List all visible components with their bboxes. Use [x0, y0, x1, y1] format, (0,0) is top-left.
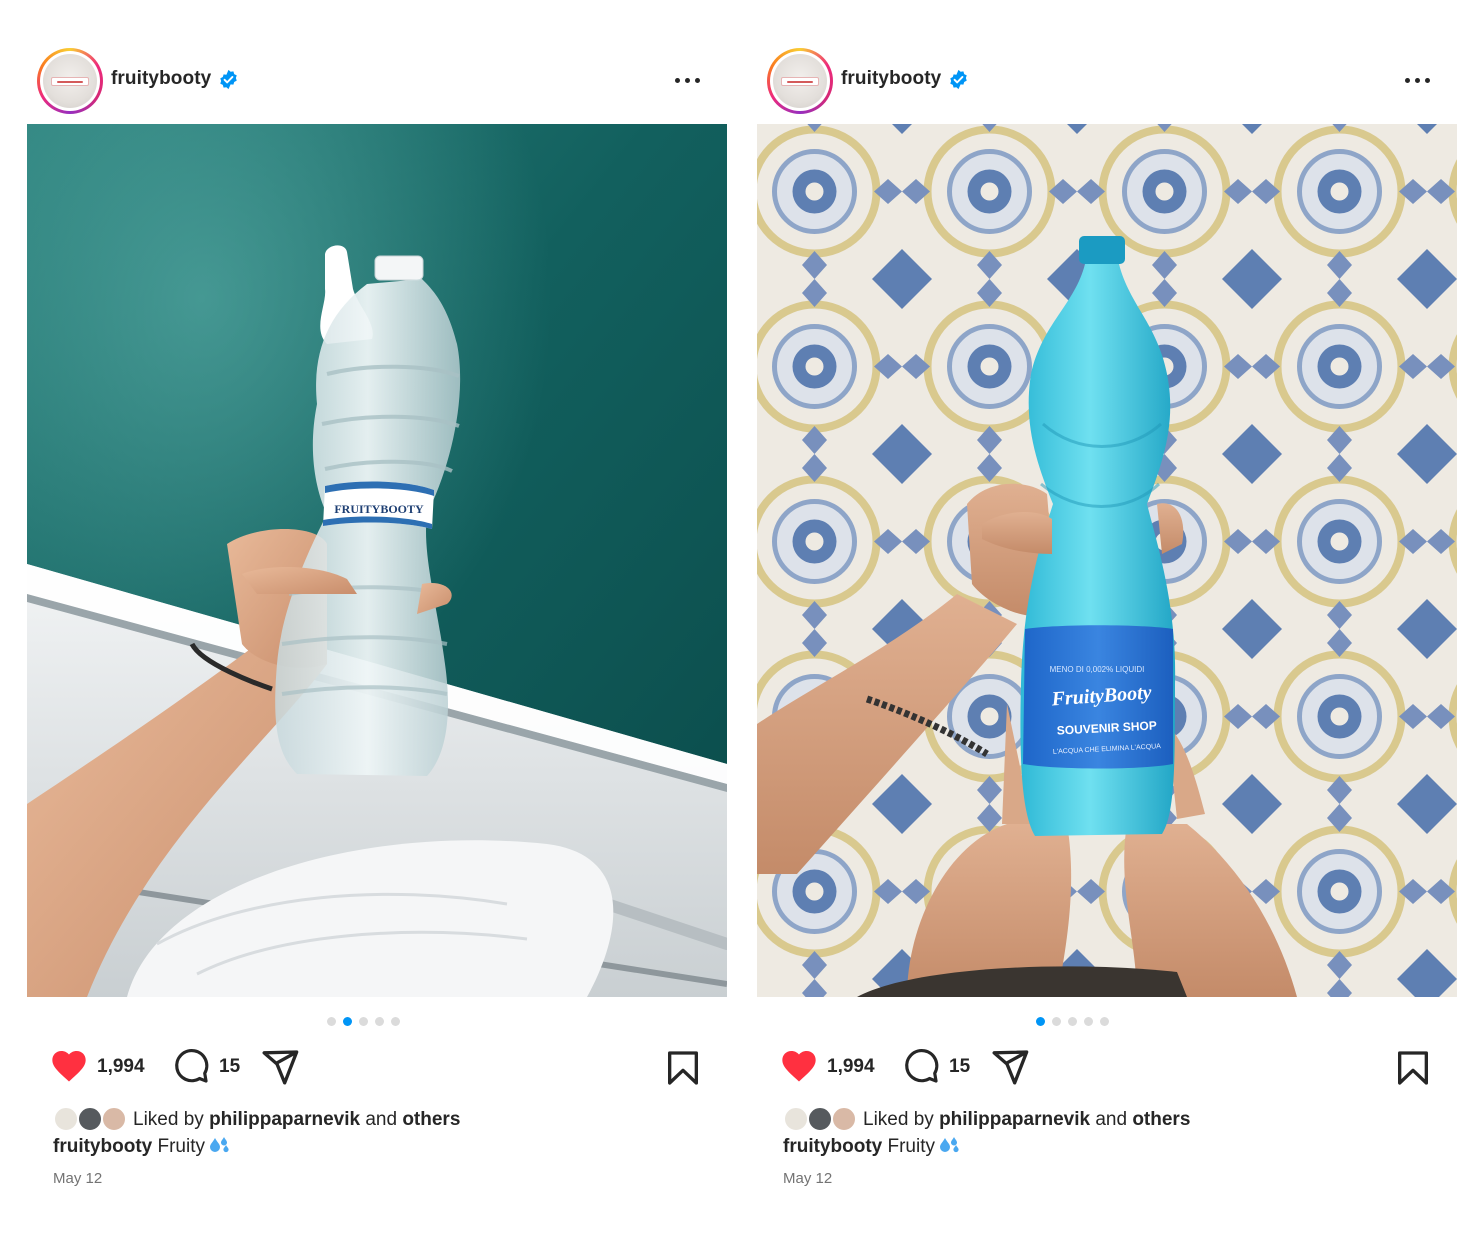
post-photo[interactable]: FRUITYBOOTY — [27, 124, 727, 997]
bookmark-icon[interactable] — [663, 1048, 703, 1088]
photo-blue-bottle-on-tiles: MENO DI 0,002% LIQUIDI FruityBooty SOUVE… — [757, 124, 1457, 997]
caption-text: Fruity — [887, 1136, 936, 1157]
liked-by-row[interactable]: Liked by philippaparnevik and others — [783, 1106, 1443, 1134]
comment-icon[interactable] — [902, 1047, 940, 1085]
heart-icon[interactable] — [779, 1046, 819, 1086]
post-date: May 12 — [783, 1170, 833, 1187]
carousel-dot — [1067, 1017, 1077, 1026]
post-username[interactable]: fruitybooty — [841, 68, 941, 90]
liked-by-text: Liked by philippaparnevik and others — [863, 1109, 1190, 1131]
more-options-icon[interactable] — [1405, 68, 1435, 92]
post-card: fruitybooty — [757, 44, 1457, 1202]
liked-by-and: and — [1095, 1109, 1128, 1130]
comment-count[interactable]: 15 — [219, 1056, 240, 1078]
caption-username[interactable]: fruitybooty — [53, 1136, 152, 1157]
liked-by-and: and — [365, 1109, 398, 1130]
post-caption: fruitybooty Fruity — [783, 1136, 961, 1158]
post-caption: fruitybooty Fruity — [53, 1136, 231, 1158]
comment-icon[interactable] — [172, 1047, 210, 1085]
like-count[interactable]: 1,994 — [827, 1056, 875, 1078]
liker-avatar — [807, 1106, 833, 1132]
post-actions: 1,994 15 — [27, 1044, 727, 1090]
more-options-icon[interactable] — [675, 68, 705, 92]
carousel-dot — [1099, 1017, 1109, 1026]
carousel-dot — [374, 1017, 384, 1026]
post-username[interactable]: fruitybooty — [111, 68, 211, 90]
profile-avatar[interactable] — [37, 48, 103, 114]
carousel-dot — [1035, 1017, 1045, 1026]
carousel-dot — [342, 1017, 352, 1026]
profile-avatar[interactable] — [767, 48, 833, 114]
post-card: fruitybooty — [27, 44, 727, 1202]
liker-avatar — [77, 1106, 103, 1132]
bottle-label-text: FRUITYBOOTY — [334, 502, 424, 516]
liked-by-row[interactable]: Liked by philippaparnevik and others — [53, 1106, 713, 1134]
liker-avatar — [783, 1106, 809, 1132]
liker-avatar — [101, 1106, 127, 1132]
carousel-indicator — [27, 1016, 727, 1028]
caption-text: Fruity — [157, 1136, 206, 1157]
carousel-dot — [358, 1017, 368, 1026]
water-drops-emoji — [210, 1137, 229, 1153]
share-icon[interactable] — [990, 1047, 1030, 1087]
post-actions: 1,994 15 — [757, 1044, 1457, 1090]
liked-by-text: Liked by philippaparnevik and others — [133, 1109, 460, 1131]
water-drops-emoji — [940, 1137, 959, 1153]
liked-by-prefix: Liked by — [133, 1109, 204, 1130]
verified-badge-icon — [950, 69, 967, 90]
carousel-dot — [326, 1017, 336, 1026]
liked-by-others[interactable]: others — [402, 1109, 460, 1130]
verified-badge-icon — [220, 69, 237, 90]
post-header: fruitybooty — [27, 44, 727, 124]
liked-by-user[interactable]: philippaparnevik — [939, 1109, 1090, 1130]
carousel-dot — [390, 1017, 400, 1026]
carousel-indicator — [757, 1016, 1457, 1028]
liked-by-prefix: Liked by — [863, 1109, 934, 1130]
heart-icon[interactable] — [49, 1046, 89, 1086]
liked-by-user[interactable]: philippaparnevik — [209, 1109, 360, 1130]
photo-bottle-over-sea: FRUITYBOOTY — [27, 124, 727, 997]
liked-by-others[interactable]: others — [1132, 1109, 1190, 1130]
post-header: fruitybooty — [757, 44, 1457, 124]
caption-username[interactable]: fruitybooty — [783, 1136, 882, 1157]
carousel-dot — [1083, 1017, 1093, 1026]
comment-count[interactable]: 15 — [949, 1056, 970, 1078]
bookmark-icon[interactable] — [1393, 1048, 1433, 1088]
bottle-small-print: MENO DI 0,002% LIQUIDI — [1050, 665, 1145, 674]
post-photo[interactable]: MENO DI 0,002% LIQUIDI FruityBooty SOUVE… — [757, 124, 1457, 997]
carousel-dot — [1051, 1017, 1061, 1026]
liker-avatar — [831, 1106, 857, 1132]
like-count[interactable]: 1,994 — [97, 1056, 145, 1078]
liker-avatar — [53, 1106, 79, 1132]
post-date: May 12 — [53, 1170, 103, 1187]
share-icon[interactable] — [260, 1047, 300, 1087]
